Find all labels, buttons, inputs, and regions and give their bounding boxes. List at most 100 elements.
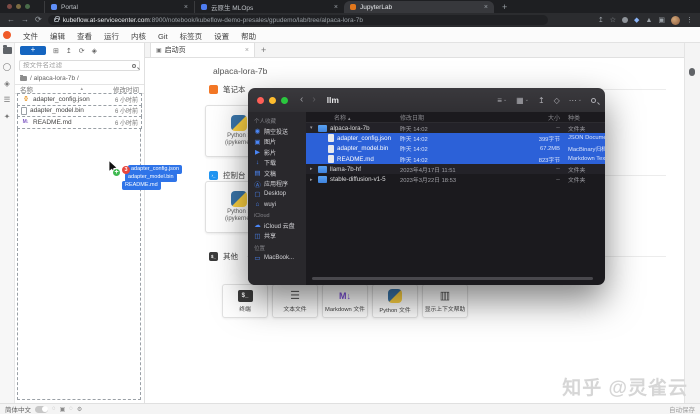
drag-drop-zone[interactable] [17,94,141,400]
browser-tab[interactable]: Portal × [44,1,194,13]
close-button[interactable] [257,97,264,104]
menu-item[interactable]: 文件 [17,32,44,41]
finder-titlebar[interactable]: ‹ › llm ≡⌄ ▦⌄ ↥ ◇ ⋯⌄ [248,88,605,112]
file-date: 2023年4月17日 11:51 [400,165,500,174]
sidebar-item[interactable]: ◫ 共享 [254,231,306,242]
back-icon[interactable]: ← [7,16,15,24]
sidebar-item[interactable]: Ⓐ 应用程序 [254,179,306,190]
minimize-window-button[interactable] [16,4,21,9]
notifications-status-icon[interactable]: ◌ [69,406,73,412]
launcher-tile[interactable]: 显示上下文帮助 [422,284,468,318]
search-icon[interactable] [591,98,596,103]
menu-item[interactable]: 查看 [71,32,98,41]
back-chevron-icon[interactable]: ‹ [300,95,303,105]
sidebar-item[interactable]: ▶ 影片 [254,147,306,158]
scrollbar-thumb[interactable] [689,68,695,76]
extension-misc-icon[interactable]: ▲ [645,17,652,24]
sidebar-item[interactable]: ◉ 隔空投送 [254,126,306,137]
horizontal-scrollbar[interactable] [312,277,593,280]
menu-item[interactable]: 内核 [125,32,152,41]
new-tab-button[interactable]: + [502,2,507,12]
git-clone-icon[interactable]: ◈ [92,47,97,55]
launcher-tile[interactable]: 文本文件 [272,284,318,318]
sidebar-locations: ▭ MacBook... [254,253,306,264]
tag-icon[interactable]: ◇ [554,96,560,105]
extension-manager-icon[interactable]: ✦ [4,113,10,121]
table-of-contents-icon[interactable]: ☰ [4,96,11,104]
terminals-status-icon[interactable]: ▣ [60,406,66,413]
tab-close-icon[interactable]: × [334,4,338,11]
menu-item[interactable]: 运行 [98,32,125,41]
forward-icon[interactable]: → [21,16,29,24]
reload-icon[interactable]: ⟳ [35,16,42,24]
sidebar-item[interactable]: ▢ Desktop [254,189,306,200]
sidebar-item[interactable]: ⌂ wuyi [254,200,306,211]
upload-icon[interactable]: ↥ [66,47,72,55]
finder-file-row[interactable]: adapter_config.json 昨天 14:02 399字节 JSON … [306,133,605,143]
browser-tab[interactable]: JupyterLab × [344,1,494,13]
browser-tab[interactable]: 云原生 MLOps × [194,1,344,13]
share-icon[interactable]: ↥ [598,16,604,24]
sidebar-item[interactable]: ▤ 文稿 [254,168,306,179]
launcher-tile[interactable]: Markdown 文件 [322,284,368,318]
side-panel-icon[interactable]: ▣ [658,16,665,24]
sidebar-item[interactable]: ↓ 下载 [254,158,306,169]
tab-close-icon[interactable]: × [245,47,249,54]
file-row[interactable]: README.md 6 小时前 [17,116,142,129]
disclosure-icon[interactable]: ▾ [310,125,315,131]
language-toggle[interactable] [35,406,48,413]
column-size[interactable]: 大小 [500,113,560,122]
extension-blue-icon[interactable]: ◆ [634,16,639,24]
list-view-icon[interactable]: ≡⌄ [497,96,507,105]
tab-close-icon[interactable]: × [184,4,188,11]
bookmark-star-icon[interactable]: ☆ [610,16,616,24]
git-panel-icon[interactable]: ◈ [4,80,10,88]
finder-file-row[interactable]: ▸ llama-7b-hf 2023年4月17日 11:51 -- 文件夹 [306,164,605,174]
disclosure-icon[interactable]: ▸ [310,166,315,172]
finder-file-row[interactable]: README.md 昨天 14:02 823字节 Markdown Text [306,154,605,164]
settings-status-icon[interactable]: ⚙ [77,406,82,413]
fullscreen-button[interactable] [281,97,288,104]
menu-item[interactable]: 设置 [208,32,235,41]
new-launcher-button[interactable]: + [20,46,46,55]
column-date[interactable]: 修改日期 [400,113,500,122]
disclosure-icon[interactable]: ▸ [310,177,315,183]
launcher-tile[interactable]: 终端 [222,284,268,318]
language-status[interactable]: 简体中文 [5,404,31,414]
tab-launcher[interactable]: ▣ 启动页 × [150,42,255,57]
column-kind[interactable]: 种类 [560,113,605,122]
address-bar[interactable]: kubeflow.at-servicecenter.com:8900/noteb… [48,15,548,25]
more-actions-icon[interactable]: ⋯⌄ [569,96,582,105]
tab-close-icon[interactable]: × [484,4,488,11]
profile-avatar[interactable] [671,16,680,25]
refresh-icon[interactable]: ⟳ [79,47,85,55]
menu-item[interactable]: 标签页 [174,32,209,41]
main-scrollbar[interactable] [684,43,700,403]
share-icon[interactable]: ↥ [538,96,545,105]
menu-item[interactable]: 编辑 [44,32,71,41]
kernel-status-icon[interactable]: ◌ [52,406,56,412]
sidebar-item[interactable]: ☁ iCloud 云盘 [254,220,306,231]
menu-item[interactable]: Git [152,32,174,41]
filename-filter-input[interactable] [23,62,123,69]
minimize-button[interactable] [269,97,276,104]
new-folder-icon[interactable]: ⊞ [53,47,59,55]
finder-file-row[interactable]: ▸ stable-diffusion-v1-5 2023年3月22日 18:53… [306,174,605,184]
close-window-button[interactable] [7,4,12,9]
menu-item[interactable]: 帮助 [235,32,262,41]
file-browser-icon[interactable] [3,47,12,54]
breadcrumb[interactable]: / alpaca-lora-7b / [15,73,144,84]
sidebar-item[interactable]: ▣ 图片 [254,137,306,148]
running-sessions-icon[interactable]: ◯ [3,63,11,71]
finder-file-row[interactable]: adapter_model.bin 昨天 14:02 67.2MB MacBin… [306,144,605,154]
group-view-icon[interactable]: ▦⌄ [516,96,529,105]
finder-file-row[interactable]: ▾ alpaca-lora-7b 昨天 14:02 -- 文件夹 [306,123,605,133]
forward-chevron-icon[interactable]: › [312,95,315,105]
zoom-window-button[interactable] [25,4,30,9]
sidebar-item[interactable]: ▭ MacBook... [254,253,306,264]
launcher-tile[interactable]: Python 文件 [372,284,418,318]
new-tab-plus-icon[interactable]: + [261,45,266,55]
extension-dot-icon[interactable] [622,17,628,23]
browser-menu-kebab-icon[interactable]: ⋮ [686,16,693,24]
column-name[interactable]: 名称▴ [306,113,400,122]
